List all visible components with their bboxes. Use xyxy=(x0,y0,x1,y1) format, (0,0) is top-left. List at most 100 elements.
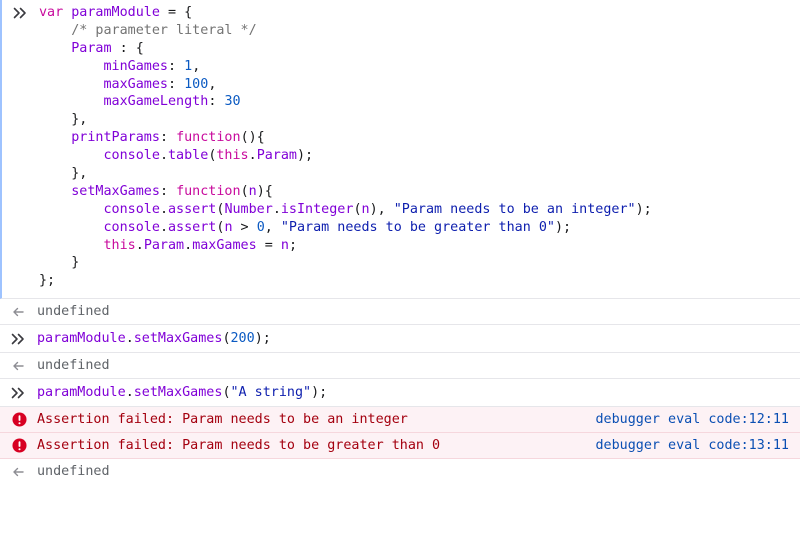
code-token: maxGameLength xyxy=(103,94,209,110)
source-location[interactable]: :13:11 xyxy=(741,438,789,453)
code-token: . xyxy=(272,201,281,217)
code-token: assert xyxy=(168,219,217,235)
code-token: function xyxy=(176,183,241,199)
source-link[interactable]: debugger eval code:13:11 xyxy=(596,437,790,455)
code-token: assert xyxy=(168,201,217,217)
code-token: "Param needs to be an integer" xyxy=(393,201,636,217)
code-block: paramModule.setMaxGames("A string"); xyxy=(0,384,800,402)
code-text: minGames: 1, xyxy=(39,58,790,76)
code-token: function xyxy=(176,130,241,146)
console-error-entry: Assertion failed: Param needs to be an i… xyxy=(0,406,800,433)
code-line: paramModule.setMaxGames(200); xyxy=(0,330,800,348)
source-location[interactable]: :12:11 xyxy=(741,412,789,427)
code-token: 0 xyxy=(256,219,265,235)
code-token: "Param needs to be greater than 0" xyxy=(280,219,555,235)
arrow-left-icon xyxy=(11,463,31,481)
chevron-double-right-icon xyxy=(13,4,33,22)
code-line: maxGameLength: 30 xyxy=(2,93,800,111)
console-input-entry[interactable]: paramModule.setMaxGames("A string"); xyxy=(0,379,800,407)
code-token: : xyxy=(159,183,177,199)
code-line: this.Param.maxGames = n; xyxy=(2,237,800,255)
code-token: n xyxy=(280,237,289,253)
source-link[interactable]: debugger eval code:12:11 xyxy=(596,411,790,429)
code-token: paramModule xyxy=(71,5,160,20)
code-text: console.assert(Number.isInteger(n), "Par… xyxy=(39,201,790,219)
code-token: ); xyxy=(635,201,652,217)
code-token: Param xyxy=(71,40,112,56)
code-token: }; xyxy=(39,273,56,289)
code-token: var xyxy=(39,5,64,20)
code-token: . xyxy=(159,219,168,235)
code-token: ); xyxy=(311,384,328,400)
code-text: setMaxGames: function(n){ xyxy=(39,183,790,201)
code-token: console xyxy=(103,148,160,164)
code-text: } xyxy=(39,254,790,272)
code-line: console.assert(n > 0, "Param needs to be… xyxy=(2,219,800,237)
code-token: console xyxy=(103,201,160,217)
code-token: . xyxy=(248,148,257,164)
code-line: } xyxy=(2,254,800,272)
result-value: undefined xyxy=(37,358,110,374)
code-token: ); xyxy=(554,219,572,235)
code-text: }, xyxy=(39,111,790,129)
code-token: : xyxy=(168,76,185,92)
code-text: }, xyxy=(39,165,790,183)
code-token: Number xyxy=(224,201,273,217)
code-line: var paramModule = { xyxy=(2,4,800,22)
code-token: setMaxGames xyxy=(71,183,160,199)
code-token: , xyxy=(208,76,217,92)
code-line: setMaxGames: function(n){ xyxy=(2,183,800,201)
result-value: undefined xyxy=(37,304,110,320)
source-file[interactable]: debugger eval code xyxy=(596,412,741,427)
code-token: ( xyxy=(353,201,362,217)
code-token: }, xyxy=(39,112,88,128)
code-text: }; xyxy=(39,272,790,290)
console-result-entry: undefined xyxy=(0,353,800,379)
code-text: paramModule.setMaxGames(200); xyxy=(37,330,790,348)
code-text: console.assert(n > 0, "Param needs to be… xyxy=(39,219,790,237)
code-token: n xyxy=(224,219,233,235)
error-circle-icon xyxy=(11,411,29,429)
code-line: console.table(this.Param); xyxy=(2,147,800,165)
code-token: , xyxy=(264,219,281,235)
code-token: . xyxy=(159,201,168,217)
code-token: table xyxy=(168,148,209,164)
code-token: . xyxy=(125,331,134,347)
code-text: maxGameLength: 30 xyxy=(39,93,790,111)
code-text: printParams: function(){ xyxy=(39,129,790,147)
code-line: console.assert(Number.isInteger(n), "Par… xyxy=(2,201,800,219)
code-token: : xyxy=(208,94,225,110)
code-text: this.Param.maxGames = n; xyxy=(39,237,790,255)
code-text: var paramModule = { xyxy=(39,4,790,22)
console-input-entry[interactable]: var paramModule = { /* parameter literal… xyxy=(0,0,800,300)
code-token: paramModule xyxy=(37,384,126,400)
error-circle-icon xyxy=(11,437,29,455)
code-token: } xyxy=(39,255,80,271)
source-file[interactable]: debugger eval code xyxy=(596,438,741,453)
code-text: console.table(this.Param); xyxy=(39,147,790,165)
code-token: 30 xyxy=(224,94,241,110)
web-console: var paramModule = { /* parameter literal… xyxy=(0,0,800,479)
code-line: minGames: 1, xyxy=(2,58,800,76)
code-token: n xyxy=(248,183,257,199)
code-token: ( xyxy=(240,183,249,199)
result-value: undefined xyxy=(37,463,110,479)
code-block: var paramModule = { /* parameter literal… xyxy=(2,4,800,290)
code-line: Param : { xyxy=(2,40,800,58)
code-token: maxGames xyxy=(192,237,257,253)
code-token: ); xyxy=(297,148,314,164)
code-token: paramModule xyxy=(37,331,126,347)
code-token: : { xyxy=(111,40,144,56)
code-token: 1 xyxy=(184,58,193,74)
code-token: ); xyxy=(254,331,271,347)
code-token: = xyxy=(256,237,281,253)
code-token: : xyxy=(159,130,177,146)
chevron-double-right-icon xyxy=(11,384,31,402)
console-input-entry[interactable]: paramModule.setMaxGames(200); xyxy=(0,325,800,354)
